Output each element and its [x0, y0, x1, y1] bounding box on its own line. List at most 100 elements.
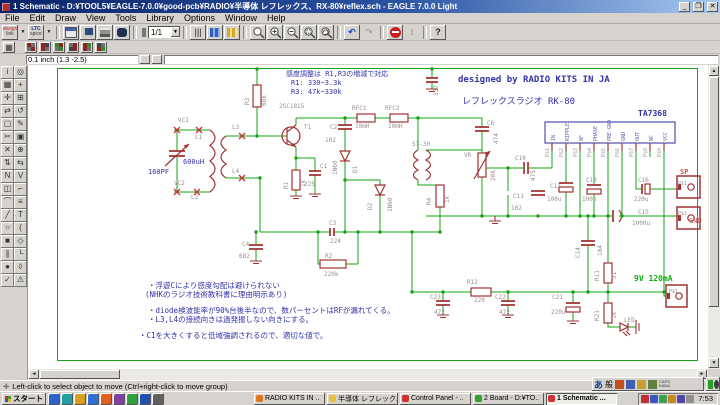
net-tool[interactable]: └ — [14, 248, 27, 261]
menu-file[interactable]: File — [0, 13, 25, 23]
ime-prop-icon[interactable] — [648, 380, 657, 389]
ime-dict-icon[interactable] — [637, 380, 646, 389]
menu-library[interactable]: Library — [141, 13, 179, 23]
help-icon[interactable]: ? — [430, 25, 446, 40]
sheets-icon[interactable]: ||| — [190, 25, 206, 40]
taskbar-window-button[interactable]: Control Panel - .. — [400, 393, 471, 405]
zoom-fit-icon[interactable] — [250, 25, 266, 40]
menu-help[interactable]: Help — [262, 13, 291, 23]
info-tool[interactable]: i — [1, 66, 14, 79]
invoke-tool[interactable]: ≡ — [14, 196, 27, 209]
print-icon[interactable] — [97, 25, 113, 40]
mark-tool[interactable]: + — [14, 79, 27, 92]
layer-settings-icon[interactable] — [207, 25, 223, 40]
menu-view[interactable]: View — [81, 13, 110, 23]
tray-icon-4[interactable] — [668, 395, 676, 403]
layer-swatch-5[interactable] — [81, 42, 93, 53]
board-switch-icon[interactable] — [63, 25, 79, 40]
undo-icon[interactable]: ↶ — [344, 25, 360, 40]
pinswap-tool[interactable]: ⇅ — [1, 157, 14, 170]
menu-tools[interactable]: Tools — [110, 13, 141, 23]
coord-mode-button2[interactable] — [152, 55, 162, 64]
zoom-in-icon[interactable] — [267, 25, 283, 40]
ime-pen-icon[interactable] — [615, 380, 624, 389]
menu-window[interactable]: Window — [220, 13, 262, 23]
ltspice-button[interactable]: LTCspice — [28, 25, 44, 40]
designlink-dropdown[interactable]: ▼ — [19, 25, 27, 40]
tray-icon-6[interactable] — [686, 395, 694, 403]
show-tool[interactable]: ◎ — [14, 66, 27, 79]
name-tool[interactable]: N — [1, 170, 14, 183]
menu-edit[interactable]: Edit — [25, 13, 51, 23]
quicklaunch-icon-3[interactable] — [74, 393, 86, 405]
taskbar-window-button[interactable]: RADIO KITS IN .. — [254, 393, 325, 405]
minimize-button[interactable]: _ — [679, 2, 690, 12]
paste-tool[interactable]: ▣ — [14, 131, 27, 144]
close-button[interactable]: ✕ — [707, 2, 718, 12]
display-tool[interactable]: ▦ — [1, 79, 14, 92]
change-tool[interactable]: ✎ — [14, 118, 27, 131]
ime-conversion-mode[interactable]: 般 — [605, 379, 613, 390]
zoom-select-icon[interactable] — [301, 25, 317, 40]
replace-tool[interactable]: ⇆ — [14, 157, 27, 170]
circle-tool[interactable]: ○ — [1, 222, 14, 235]
sheet-select-dropdown[interactable]: ▼ — [171, 27, 180, 37]
bus-tool[interactable]: ∥ — [1, 248, 14, 261]
ime-minimize-strip[interactable] — [706, 377, 720, 391]
rotate-tool[interactable]: ↺ — [14, 105, 27, 118]
text-tool[interactable]: T — [14, 209, 27, 222]
ime-input-mode[interactable]: あ — [594, 378, 603, 391]
grid-icon[interactable]: ▦ — [3, 42, 15, 53]
horizontal-scroll-thumb[interactable] — [40, 370, 120, 379]
tray-icon-5[interactable] — [677, 395, 685, 403]
taskbar-window-button[interactable]: 半導体 レフレック.. — [327, 393, 398, 405]
quicklaunch-icon-1[interactable] — [48, 393, 60, 405]
cam-export-icon[interactable] — [114, 25, 130, 40]
vertical-scrollbar[interactable]: ▲ ▼ — [708, 65, 720, 369]
wire-tool[interactable]: ╱ — [1, 209, 14, 222]
copy-tool[interactable]: ⊞ — [14, 92, 27, 105]
smash-tool[interactable]: ◫ — [1, 183, 14, 196]
taskbar-window-button[interactable]: 2 Board - D:¥TO.. — [473, 393, 544, 405]
designlink-button[interactable]: designlink — [2, 25, 18, 40]
scroll-up-icon[interactable]: ▲ — [709, 66, 719, 76]
menu-draw[interactable]: Draw — [50, 13, 81, 23]
quicklaunch-icon-2[interactable] — [61, 393, 73, 405]
value-tool[interactable]: V — [14, 170, 27, 183]
quicklaunch-icon-5[interactable] — [100, 393, 112, 405]
label-tool[interactable]: ◊ — [14, 261, 27, 274]
erc-tool[interactable]: ✓ — [1, 274, 14, 287]
polygon-tool[interactable]: ◇ — [14, 235, 27, 248]
add-tool[interactable]: ⊕ — [14, 144, 27, 157]
scroll-down-icon[interactable]: ▼ — [709, 358, 719, 368]
menu-options[interactable]: Options — [179, 13, 220, 23]
rect-tool[interactable]: ■ — [1, 235, 14, 248]
arc-tool[interactable]: ( — [14, 222, 27, 235]
sheet-select[interactable]: 1/1 ▼ — [148, 26, 180, 38]
errors-tool[interactable]: ⚠ — [14, 274, 27, 287]
ime-kana[interactable]: KANA — [659, 384, 670, 388]
mirror-tool[interactable]: ⇄ — [1, 105, 14, 118]
quicklaunch-icon-6[interactable] — [113, 393, 125, 405]
tray-icon-1[interactable] — [641, 395, 649, 403]
ltspice-dropdown[interactable]: ▼ — [45, 25, 53, 40]
junction-tool[interactable]: ● — [1, 261, 14, 274]
split-tool[interactable]: ⌒ — [1, 196, 14, 209]
taskbar-window-button[interactable]: 1 Schematic ... — [546, 393, 617, 405]
ime-toolbar[interactable]: あ 般 CAPS KANA — [592, 377, 704, 391]
scroll-left-icon[interactable]: ◄ — [29, 370, 39, 379]
layer-swatch-1[interactable] — [25, 42, 37, 53]
layer-swatch-4[interactable] — [67, 42, 79, 53]
coord-mode-button[interactable] — [140, 55, 150, 64]
group-tool[interactable]: ▢ — [1, 118, 14, 131]
zoom-redraw-icon[interactable] — [318, 25, 334, 40]
vertical-scroll-thumb[interactable] — [709, 77, 719, 307]
display-layers-icon[interactable] — [224, 25, 240, 40]
quicklaunch-icon-4[interactable] — [87, 393, 99, 405]
tray-icon-2[interactable] — [650, 395, 658, 403]
delete-tool[interactable]: ✕ — [1, 144, 14, 157]
ime-pad-icon[interactable] — [626, 380, 635, 389]
quicklaunch-icon-9[interactable] — [152, 393, 164, 405]
start-button[interactable]: スタート — [2, 393, 46, 405]
schematic-canvas[interactable]: VC1L1VC2L2L3L4R368k160PF600uH2SC1815T1C2… — [28, 65, 708, 369]
